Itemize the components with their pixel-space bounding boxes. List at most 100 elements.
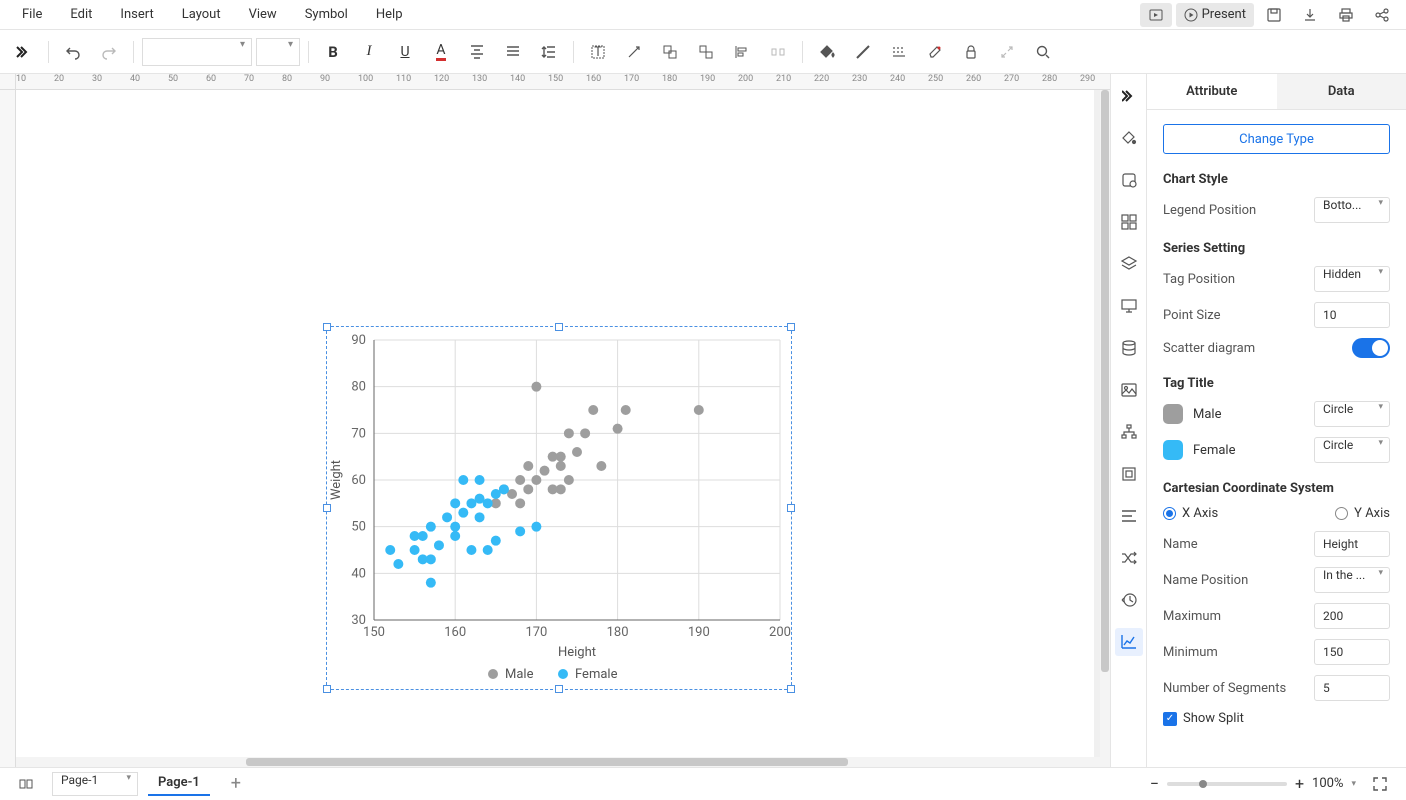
rail-collapse-icon[interactable]	[1115, 82, 1143, 110]
line-spacing-icon[interactable]	[533, 36, 565, 68]
rail-chart-icon[interactable]	[1115, 628, 1143, 656]
share-icon[interactable]	[1366, 3, 1398, 27]
show-split-label: Show Split	[1183, 711, 1244, 726]
fullscreen-icon[interactable]	[1364, 768, 1396, 800]
menu-help[interactable]: Help	[362, 3, 417, 26]
zoom-slider[interactable]	[1167, 782, 1287, 786]
align-v-icon[interactable]	[461, 36, 493, 68]
page-select[interactable]: Page-1	[52, 772, 138, 796]
font-color-icon[interactable]: A	[425, 36, 457, 68]
rail-align-icon[interactable]	[1115, 502, 1143, 530]
tools-icon[interactable]	[991, 36, 1023, 68]
name-pos-label: Name Position	[1163, 573, 1248, 588]
lock-icon[interactable]	[955, 36, 987, 68]
font-select[interactable]	[142, 38, 252, 66]
male-swatch	[1163, 404, 1183, 424]
rail-shuffle-icon[interactable]	[1115, 544, 1143, 572]
male-shape-select[interactable]: Circle	[1314, 401, 1390, 427]
underline-icon[interactable]: U	[389, 36, 421, 68]
canvas[interactable]: 1020304050607080901001101201301401501601…	[0, 74, 1110, 767]
svg-text:90: 90	[351, 333, 366, 348]
tab-attribute[interactable]: Attribute	[1147, 74, 1277, 109]
menu-layout[interactable]: Layout	[168, 3, 235, 26]
zoom-out-icon[interactable]: −	[1150, 774, 1159, 793]
svg-text:200: 200	[769, 625, 791, 640]
vertical-ruler	[0, 90, 16, 767]
max-label: Maximum	[1163, 609, 1221, 624]
rail-presentation-icon[interactable]	[1115, 292, 1143, 320]
menu-view[interactable]: View	[235, 3, 291, 26]
xaxis-radio[interactable]	[1163, 507, 1176, 520]
scatter-toggle[interactable]	[1352, 338, 1390, 358]
rail-tree-icon[interactable]	[1115, 418, 1143, 446]
scatter-chart: 15016017018019020030405060708090HeightWe…	[326, 326, 792, 690]
add-page-icon[interactable]: +	[220, 768, 252, 800]
align-h-icon[interactable]	[497, 36, 529, 68]
download-icon[interactable]	[1294, 3, 1326, 27]
rail-shape-icon[interactable]	[1115, 166, 1143, 194]
toolbar: B I U A T	[0, 30, 1406, 74]
horizontal-scrollbar[interactable]	[16, 757, 1110, 767]
eraser-icon[interactable]	[919, 36, 951, 68]
point-size-input[interactable]	[1314, 302, 1390, 328]
svg-text:150: 150	[363, 625, 385, 640]
print-icon[interactable]	[1330, 3, 1362, 27]
max-input[interactable]	[1314, 603, 1390, 629]
point-size-label: Point Size	[1163, 308, 1220, 323]
female-shape-select[interactable]: Circle	[1314, 437, 1390, 463]
svg-text:30: 30	[351, 613, 366, 628]
vertical-scrollbar[interactable]	[1100, 90, 1110, 767]
seg-input[interactable]	[1314, 675, 1390, 701]
rail-grid-icon[interactable]	[1115, 208, 1143, 236]
tab-data[interactable]: Data	[1277, 74, 1406, 109]
rail-database-icon[interactable]	[1115, 334, 1143, 362]
horizontal-ruler: 1020304050607080901001101201301401501601…	[16, 74, 1110, 90]
rail-outline-icon[interactable]	[1115, 460, 1143, 488]
legend-position-select[interactable]: Botto...	[1314, 197, 1390, 223]
search-icon[interactable]	[1027, 36, 1059, 68]
page[interactable]: 15016017018019020030405060708090HeightWe…	[16, 90, 1094, 767]
pages-icon[interactable]	[10, 768, 42, 800]
xaxis-label: X Axis	[1182, 506, 1218, 521]
text-tool-icon[interactable]: T	[582, 36, 614, 68]
rail-layers-icon[interactable]	[1115, 250, 1143, 278]
menu-insert[interactable]: Insert	[106, 3, 167, 26]
rail-history-icon[interactable]	[1115, 586, 1143, 614]
present-button[interactable]: Present	[1176, 3, 1254, 27]
menu-edit[interactable]: Edit	[56, 3, 106, 26]
yaxis-radio[interactable]	[1335, 507, 1348, 520]
zoom-in-icon[interactable]: +	[1295, 774, 1304, 793]
distribute-icon[interactable]	[762, 36, 794, 68]
page-tab[interactable]: Page-1	[148, 771, 210, 796]
status-bar: Page-1 Page-1 + − + 100%▾	[0, 767, 1406, 799]
scatter-label: Scatter diagram	[1163, 341, 1255, 356]
change-type-button[interactable]: Change Type	[1163, 124, 1390, 154]
undo-icon[interactable]	[57, 36, 89, 68]
group-icon[interactable]	[654, 36, 686, 68]
rail-fill-icon[interactable]	[1115, 124, 1143, 152]
menu-symbol[interactable]: Symbol	[291, 3, 362, 26]
axis-name-label: Name	[1163, 537, 1198, 552]
italic-icon[interactable]: I	[353, 36, 385, 68]
connector-icon[interactable]	[618, 36, 650, 68]
menu-file[interactable]: File	[8, 3, 56, 26]
align-objects-icon[interactable]	[726, 36, 758, 68]
stroke-icon[interactable]	[847, 36, 879, 68]
ungroup-icon[interactable]	[690, 36, 722, 68]
show-split-checkbox[interactable]: ✓	[1163, 712, 1177, 726]
bold-icon[interactable]: B	[317, 36, 349, 68]
line-style-icon[interactable]	[883, 36, 915, 68]
axis-name-input[interactable]	[1314, 531, 1390, 557]
min-input[interactable]	[1314, 639, 1390, 665]
name-pos-select[interactable]: In the ...	[1314, 567, 1390, 593]
expand-icon[interactable]	[8, 36, 40, 68]
redo-icon[interactable]	[93, 36, 125, 68]
tag-position-select[interactable]: Hidden	[1314, 266, 1390, 292]
svg-text:Height: Height	[558, 645, 596, 660]
fill-icon[interactable]	[811, 36, 843, 68]
save-icon[interactable]	[1258, 3, 1290, 27]
svg-text:80: 80	[351, 380, 366, 395]
preview-button[interactable]	[1140, 3, 1172, 27]
rail-image-icon[interactable]	[1115, 376, 1143, 404]
font-size-select[interactable]	[256, 38, 300, 66]
